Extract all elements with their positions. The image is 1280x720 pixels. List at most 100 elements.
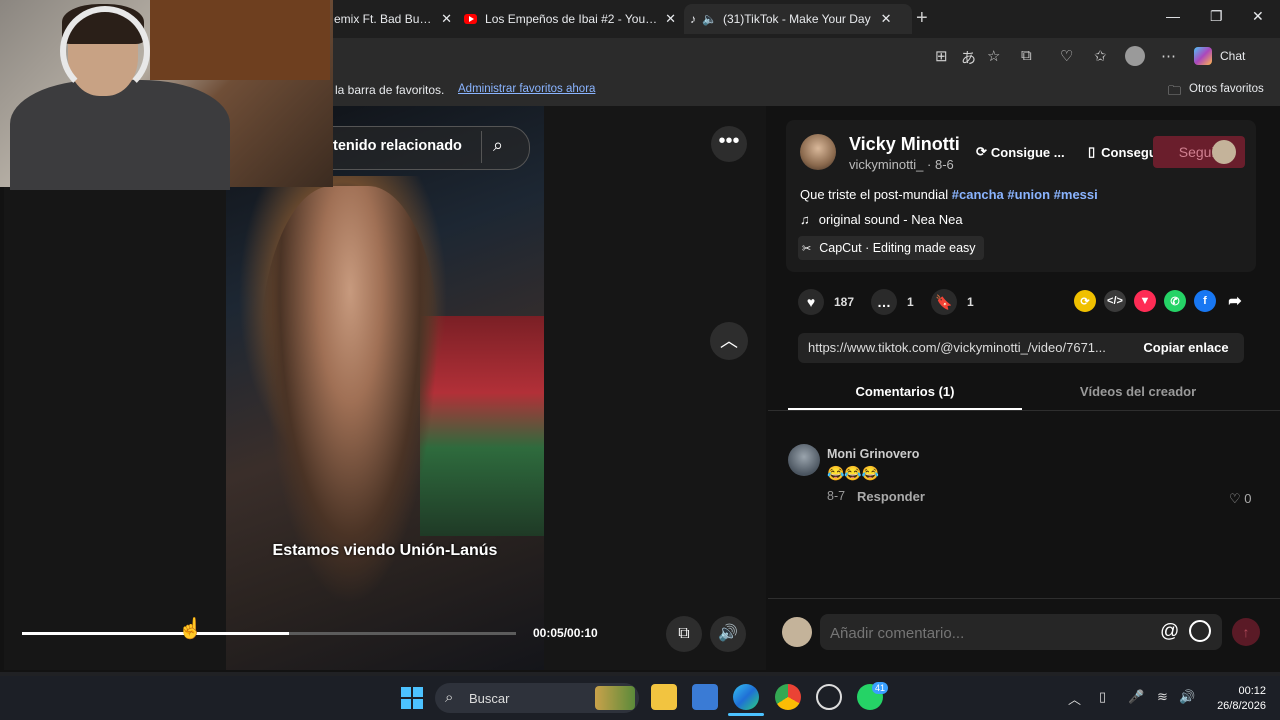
author-name[interactable]: Vicky Minotti	[849, 134, 960, 155]
save-button[interactable]: 🔖 1	[931, 288, 974, 316]
copilot-icon	[1194, 47, 1212, 65]
related-search-label: tenido relacionado	[333, 138, 462, 154]
tab-creator-videos[interactable]: Vídeos del creador	[1022, 384, 1254, 399]
post-comment-button[interactable]: ↑	[1232, 618, 1260, 646]
speaker-icon[interactable]: 🔈	[702, 12, 717, 26]
previous-video-button[interactable]: ︿	[710, 322, 748, 360]
browser-essentials-icon[interactable]: ♡	[1060, 47, 1073, 65]
share-arrow-icon[interactable]: ➦	[1224, 290, 1246, 312]
post-caption: Que triste el post-mundial #cancha #unio…	[800, 187, 1098, 202]
tabs-divider	[768, 410, 1280, 411]
mention-icon[interactable]: @	[1160, 621, 1179, 643]
app-icon[interactable]	[816, 684, 842, 710]
tab-title: Los Empeños de Ibai #2 - YouTube	[485, 12, 660, 26]
close-tab-icon[interactable]: ✕	[665, 11, 676, 27]
video-subtitle: Estamos viendo Unión-Lanús	[272, 542, 498, 559]
favorites-icon[interactable]: ✩	[1094, 47, 1107, 65]
browser-tab-3[interactable]: ♪ 🔈 (31)TikTok - Make Your Day ✕	[684, 4, 912, 34]
split-screen-icon[interactable]: ⊞	[935, 47, 948, 65]
commenter-name[interactable]: Moni Grinovero	[827, 447, 919, 461]
minimize-icon[interactable]: —	[1166, 8, 1180, 24]
emoji-icon[interactable]	[1189, 620, 1211, 642]
file-explorer-icon[interactable]	[651, 684, 677, 710]
profile-avatar[interactable]	[1125, 46, 1145, 66]
comment-button[interactable]: … 1	[871, 288, 914, 316]
my-avatar	[782, 617, 812, 647]
start-button[interactable]	[401, 687, 423, 709]
start-tile	[413, 699, 423, 709]
embed-icon[interactable]: </>	[1104, 290, 1126, 312]
comment-input[interactable]	[828, 624, 1132, 643]
tab-title: emix Ft. Bad Bunny, |	[334, 12, 435, 26]
search-icon: ⌕	[445, 689, 454, 706]
close-tab-icon[interactable]: ✕	[881, 11, 892, 27]
webcam-cabinet	[150, 0, 330, 80]
send-icon[interactable]: ▼	[1134, 290, 1156, 312]
browser-tab-1[interactable]: emix Ft. Bad Bunny, | ✕	[334, 4, 452, 34]
more-options-icon[interactable]: ⋯	[1161, 47, 1176, 65]
favorites-bar-text: la barra de favoritos.	[335, 83, 445, 97]
commenter-avatar[interactable]	[788, 444, 820, 476]
windows-taskbar	[0, 676, 1280, 720]
taskbar-clock[interactable]: 00:12 26/8/2026	[1196, 684, 1266, 714]
phone-icon: ▯	[1088, 144, 1096, 159]
refresh-icon: ⟳	[976, 144, 987, 159]
edge-icon[interactable]	[733, 684, 759, 710]
translate-icon[interactable]: あ	[961, 47, 976, 68]
video-progress-fill	[22, 632, 289, 635]
new-tab-icon[interactable]: +	[916, 7, 928, 30]
restore-icon[interactable]: ❐	[1210, 8, 1223, 25]
close-tab-icon[interactable]: ✕	[441, 11, 452, 27]
composer-divider	[768, 598, 1280, 599]
capcut-link[interactable]: ✂ CapCut · Editing made easy	[798, 236, 984, 260]
taskbar-search[interactable]: ⌕ Buscar	[435, 683, 639, 713]
comment-date: 8-7	[827, 489, 846, 503]
search-icon[interactable]: ⌕	[493, 135, 503, 156]
browser-tab-2[interactable]: Los Empeños de Ibai #2 - YouTube ✕	[464, 4, 676, 34]
like-button[interactable]: ♥ 187	[798, 288, 854, 316]
author-handle: vickyminotti_ · 8-6	[849, 157, 954, 172]
favorite-star-icon[interactable]: ☆	[987, 47, 1000, 65]
caption-text: Que triste el post-mundial	[800, 187, 949, 202]
manage-favorites-link[interactable]: Administrar favoritos ahora	[458, 83, 595, 95]
related-content-search[interactable]: tenido relacionado ⌕	[300, 126, 530, 170]
chrome-icon[interactable]	[775, 684, 801, 710]
microphone-icon[interactable]: 🎤	[1128, 689, 1144, 705]
get-app-button[interactable]: ⟳ Consigue ...	[976, 140, 1065, 164]
other-favorites[interactable]: Otros favoritos	[1189, 83, 1264, 95]
facebook-icon[interactable]: f	[1194, 290, 1216, 312]
start-tile	[401, 699, 411, 709]
comment-text: 😂😂😂	[827, 465, 880, 481]
hashtag-link[interactable]: #messi	[1054, 187, 1098, 202]
close-window-icon[interactable]: ✕	[1252, 8, 1264, 25]
author-avatar[interactable]	[800, 134, 836, 170]
like-count: 187	[834, 295, 855, 309]
chevron-up-icon[interactable]: ︿	[1068, 689, 1081, 708]
bookmark-icon: 🔖	[931, 289, 957, 315]
battery-icon[interactable]: ▯	[1099, 689, 1106, 705]
whatsapp-icon[interactable]: ✆	[1164, 290, 1186, 312]
capcut-icon: ✂	[802, 242, 812, 255]
volume-icon[interactable]: 🔊	[1179, 689, 1195, 705]
more-options-button[interactable]: •••	[711, 126, 747, 162]
notification-badge: 41	[872, 682, 889, 694]
heart-icon: ♥	[798, 289, 824, 315]
tiktok-icon: ♪	[690, 12, 696, 26]
hashtag-link[interactable]: #cancha	[952, 187, 1004, 202]
extensions-icon[interactable]: ⧉	[1021, 47, 1032, 64]
store-icon[interactable]	[692, 684, 718, 710]
sound-link[interactable]: ♫ original sound - Nea Nea	[800, 212, 963, 227]
volume-button[interactable]: 🔊	[710, 616, 746, 652]
comment-like-button[interactable]: ♡ 0	[1229, 491, 1252, 507]
wifi-icon[interactable]: ≋	[1157, 689, 1168, 705]
hashtag-link[interactable]: #union	[1007, 187, 1050, 202]
copy-link-button[interactable]: Copiar enlace	[1128, 333, 1244, 363]
search-highlight-image	[595, 686, 635, 710]
repost-icon[interactable]: ⟳	[1074, 290, 1096, 312]
active-app-indicator	[728, 713, 764, 716]
tab-comments[interactable]: Comentarios (1)	[788, 384, 1022, 399]
chat-button[interactable]: Chat	[1220, 49, 1245, 63]
floating-player-button[interactable]: ⧉	[666, 616, 702, 652]
reply-button[interactable]: Responder	[857, 489, 925, 504]
video-url[interactable]: https://www.tiktok.com/@vickyminotti_/vi…	[808, 340, 1128, 355]
